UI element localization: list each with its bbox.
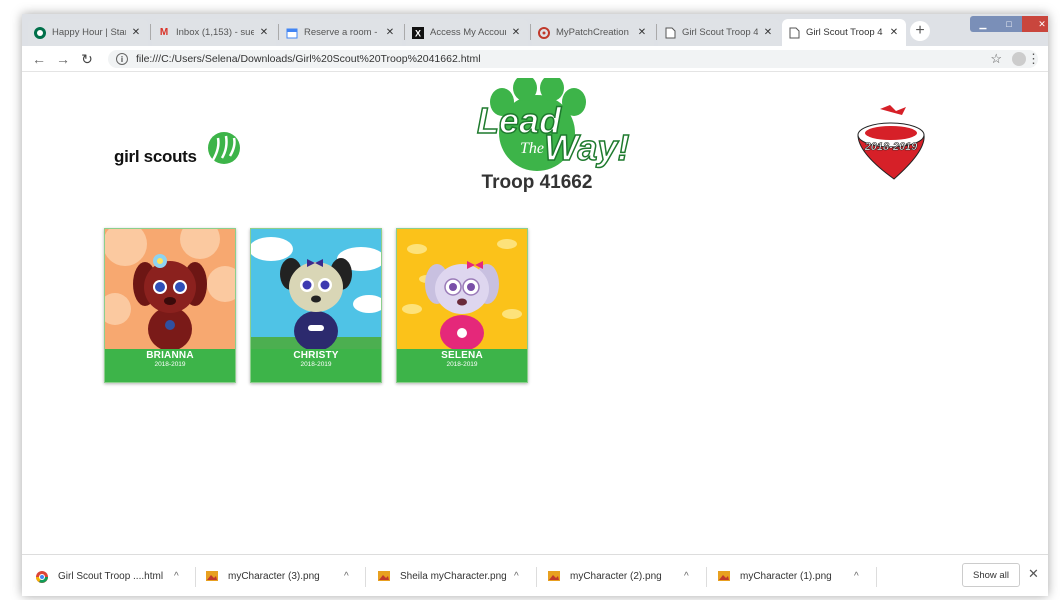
window-controls: ▁ □ ✕ xyxy=(970,16,1048,32)
chrome-icon xyxy=(36,571,48,583)
maximize-button[interactable]: □ xyxy=(996,16,1022,32)
troop-title: Troop 41662 xyxy=(481,172,593,193)
extension-icon[interactable] xyxy=(1012,52,1026,66)
reload-button[interactable]: ↻ xyxy=(78,50,96,68)
page-content: girl scouts Lead The Way! Troop 41662 20… xyxy=(22,72,1048,554)
character-name: SELENA xyxy=(441,350,483,361)
character-year: 2018-2019 xyxy=(300,361,332,368)
info-icon[interactable]: i xyxy=(116,53,128,65)
svg-text:X: X xyxy=(415,28,421,38)
close-icon[interactable]: ✕ xyxy=(1028,566,1039,582)
tab-girl-scout-troop-active[interactable]: Girl Scout Troop 4 ✕ xyxy=(782,19,906,46)
tab-starbucks[interactable]: Happy Hour | Starb ✕ xyxy=(28,19,148,46)
tab-gmail[interactable]: M Inbox (1,153) - sue ✕ xyxy=(152,19,276,46)
patch-icon xyxy=(538,26,550,39)
tab-bar: Happy Hour | Starb ✕ M Inbox (1,153) - s… xyxy=(22,14,1048,46)
close-tab-icon[interactable]: ✕ xyxy=(384,27,396,38)
close-tab-icon[interactable]: ✕ xyxy=(636,27,648,38)
download-item[interactable]: Sheila myCharacter.png ^ xyxy=(378,565,519,587)
minimize-button[interactable]: ▁ xyxy=(970,16,996,32)
card-label: SELENA 2018-2019 xyxy=(397,349,527,382)
tab-mypatchcreation[interactable]: MyPatchCreation ✕ xyxy=(532,19,654,46)
bookmark-star-icon[interactable]: ☆ xyxy=(990,51,1002,67)
page-icon xyxy=(788,27,800,39)
lead-the-way-logo: Lead The Way! xyxy=(476,78,630,171)
close-window-button[interactable]: ✕ xyxy=(1022,16,1048,32)
image-file-icon xyxy=(378,571,390,581)
svg-text:2018-2019: 2018-2019 xyxy=(864,141,918,153)
browser-window: Happy Hour | Starb ✕ M Inbox (1,153) - s… xyxy=(22,14,1048,596)
card-label: BRIANNA 2018-2019 xyxy=(105,349,235,382)
character-image xyxy=(397,229,527,349)
tab-access-account[interactable]: X Access My Accoun ✕ xyxy=(406,19,528,46)
image-file-icon xyxy=(548,571,560,581)
trefoil-icon xyxy=(208,132,240,164)
close-tab-icon[interactable]: ✕ xyxy=(510,27,522,38)
character-card-christy[interactable]: CHRISTY 2018-2019 xyxy=(250,228,382,383)
tab-reserve-room[interactable]: Reserve a room - S ✕ xyxy=(280,19,402,46)
show-all-button[interactable]: Show all xyxy=(962,563,1020,587)
download-item[interactable]: myCharacter (3).png ^ xyxy=(206,565,349,587)
arrow-right-icon: → xyxy=(56,51,70,67)
plus-icon: + xyxy=(915,22,925,39)
image-file-icon xyxy=(718,571,730,581)
chevron-up-icon[interactable]: ^ xyxy=(854,571,859,582)
svg-text:The: The xyxy=(520,140,544,157)
menu-dots-icon[interactable]: ⋮ xyxy=(1027,51,1040,67)
svg-text:Way!: Way! xyxy=(544,127,629,168)
new-tab-button[interactable]: + xyxy=(910,21,930,41)
close-tab-icon[interactable]: ✕ xyxy=(762,27,774,38)
close-tab-icon[interactable]: ✕ xyxy=(258,27,270,38)
card-label: CHRISTY 2018-2019 xyxy=(251,349,381,382)
reload-icon: ↻ xyxy=(81,50,93,67)
character-name: BRIANNA xyxy=(146,350,194,361)
calendar-icon xyxy=(286,27,298,39)
character-image xyxy=(251,229,381,349)
download-bar: Girl Scout Troop ....html ^ myCharacter … xyxy=(22,554,1048,596)
girl-scouts-logo: girl scouts xyxy=(114,132,254,174)
character-card-brianna[interactable]: BRIANNA 2018-2019 xyxy=(104,228,236,383)
image-file-icon xyxy=(206,571,218,581)
chevron-up-icon[interactable]: ^ xyxy=(684,571,689,582)
close-tab-icon[interactable]: ✕ xyxy=(130,27,142,38)
chevron-up-icon[interactable]: ^ xyxy=(344,571,349,582)
character-card-selena[interactable]: SELENA 2018-2019 xyxy=(396,228,528,383)
arrow-left-icon: ← xyxy=(32,51,46,67)
character-name: CHRISTY xyxy=(293,350,339,361)
close-tab-icon[interactable]: ✕ xyxy=(888,27,900,38)
download-item[interactable]: myCharacter (2).png ^ xyxy=(548,565,689,587)
gmail-icon: M xyxy=(159,27,169,38)
url-input[interactable]: i file:///C:/Users/Selena/Downloads/Girl… xyxy=(108,50,1040,68)
x-logo-icon: X xyxy=(412,26,424,39)
chevron-up-icon[interactable]: ^ xyxy=(514,571,519,582)
back-button[interactable]: ← xyxy=(30,50,48,68)
character-year: 2018-2019 xyxy=(154,361,186,368)
address-bar-row: ← → ↻ i file:///C:/Users/Selena/Download… xyxy=(22,46,1048,72)
bandana-badge: 2018-2019 xyxy=(857,105,925,180)
character-image xyxy=(105,229,235,349)
page-icon xyxy=(664,27,676,39)
chevron-up-icon[interactable]: ^ xyxy=(174,571,179,582)
forward-button[interactable]: → xyxy=(54,50,72,68)
tab-girl-scout-troop-1[interactable]: Girl Scout Troop 4 ✕ xyxy=(658,19,780,46)
character-year: 2018-2019 xyxy=(446,361,478,368)
download-item[interactable]: Girl Scout Troop ....html ^ xyxy=(36,565,179,587)
starbucks-icon xyxy=(34,26,46,39)
download-item[interactable]: myCharacter (1).png ^ xyxy=(718,565,859,587)
